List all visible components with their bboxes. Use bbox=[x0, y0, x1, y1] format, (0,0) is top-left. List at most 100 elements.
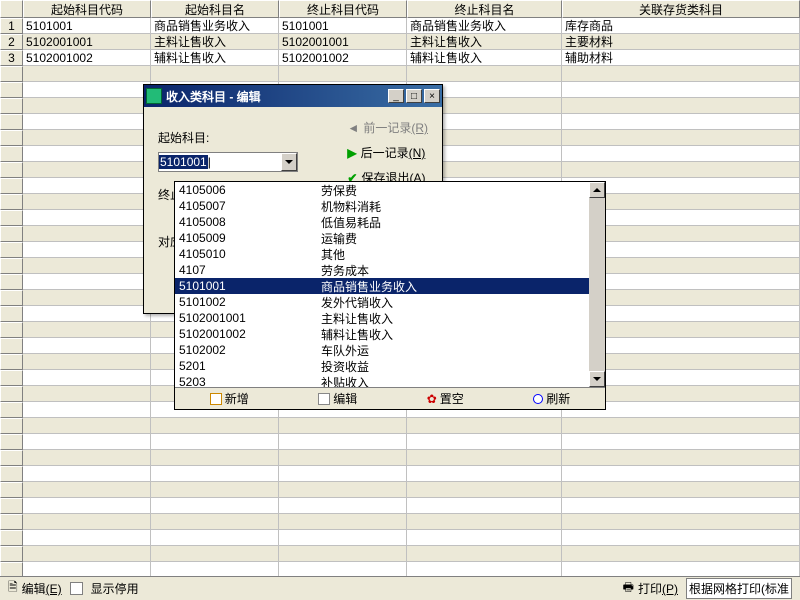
row-number[interactable]: 2 bbox=[0, 34, 23, 50]
row-number[interactable] bbox=[0, 322, 23, 338]
cell[interactable] bbox=[23, 178, 151, 194]
cell[interactable] bbox=[151, 450, 279, 466]
row-number[interactable] bbox=[0, 546, 23, 562]
cell[interactable] bbox=[279, 530, 407, 546]
cell[interactable] bbox=[23, 498, 151, 514]
row-number[interactable] bbox=[0, 178, 23, 194]
cell[interactable] bbox=[23, 530, 151, 546]
close-button[interactable]: × bbox=[424, 89, 440, 103]
cell[interactable]: 5101001 bbox=[279, 18, 407, 34]
cell[interactable]: 5101001 bbox=[23, 18, 151, 34]
cell[interactable] bbox=[23, 434, 151, 450]
cell[interactable] bbox=[23, 146, 151, 162]
cell[interactable] bbox=[407, 482, 562, 498]
row-number[interactable] bbox=[0, 242, 23, 258]
cell[interactable]: 商品销售业务收入 bbox=[151, 18, 279, 34]
cell[interactable] bbox=[23, 370, 151, 386]
cell[interactable] bbox=[562, 162, 800, 178]
dropdown-item[interactable]: 5102001002辅料让售收入 bbox=[175, 326, 605, 342]
table-row[interactable] bbox=[0, 498, 800, 514]
cell[interactable] bbox=[23, 418, 151, 434]
start-account-combo[interactable]: 5101001 | bbox=[158, 152, 298, 172]
cell[interactable] bbox=[562, 66, 800, 82]
cell[interactable] bbox=[23, 290, 151, 306]
col-header-start-name[interactable]: 起始科目名 bbox=[151, 0, 279, 18]
edit-command[interactable]: 🗎 编辑(E) bbox=[8, 578, 62, 599]
new-button[interactable]: 新增 bbox=[210, 390, 249, 407]
cell[interactable] bbox=[562, 498, 800, 514]
dropdown-item[interactable]: 5101002发外代销收入 bbox=[175, 294, 605, 310]
row-number[interactable] bbox=[0, 274, 23, 290]
cell[interactable] bbox=[151, 418, 279, 434]
cell[interactable] bbox=[23, 194, 151, 210]
cell[interactable] bbox=[407, 498, 562, 514]
cell[interactable] bbox=[151, 530, 279, 546]
row-number[interactable]: 1 bbox=[0, 18, 23, 34]
cell[interactable]: 商品销售业务收入 bbox=[407, 18, 562, 34]
cell[interactable] bbox=[23, 514, 151, 530]
cell[interactable] bbox=[562, 418, 800, 434]
dropdown-button[interactable] bbox=[281, 153, 297, 171]
col-header-related[interactable]: 关联存货类科目 bbox=[562, 0, 800, 18]
row-number[interactable] bbox=[0, 98, 23, 114]
dropdown-item[interactable]: 4105009运输费 bbox=[175, 230, 605, 246]
cell[interactable] bbox=[279, 418, 407, 434]
table-row[interactable] bbox=[0, 66, 800, 82]
cell[interactable]: 库存商品 bbox=[562, 18, 800, 34]
cell[interactable] bbox=[23, 402, 151, 418]
cell[interactable] bbox=[151, 66, 279, 82]
maximize-button[interactable]: □ bbox=[406, 89, 422, 103]
cell[interactable] bbox=[279, 482, 407, 498]
cell[interactable] bbox=[279, 66, 407, 82]
dropdown-item[interactable]: 4105006劳保费 bbox=[175, 182, 605, 198]
cell[interactable] bbox=[23, 338, 151, 354]
cell[interactable]: 5102001001 bbox=[23, 34, 151, 50]
cell[interactable]: 5102001001 bbox=[279, 34, 407, 50]
cell[interactable] bbox=[151, 546, 279, 562]
cell[interactable] bbox=[407, 418, 562, 434]
clear-button[interactable]: ✿置空 bbox=[427, 390, 464, 407]
dropdown-item[interactable]: 4105007机物料消耗 bbox=[175, 198, 605, 214]
table-row[interactable]: 15101001商品销售业务收入5101001商品销售业务收入库存商品 bbox=[0, 18, 800, 34]
row-number[interactable] bbox=[0, 530, 23, 546]
prev-record-button[interactable]: ◄ 前一记录(R) bbox=[347, 119, 428, 136]
cell[interactable] bbox=[23, 466, 151, 482]
refresh-button[interactable]: 刷新 bbox=[533, 390, 570, 407]
cell[interactable] bbox=[562, 546, 800, 562]
cell[interactable]: 主料让售收入 bbox=[151, 34, 279, 50]
cell[interactable] bbox=[562, 482, 800, 498]
row-number[interactable] bbox=[0, 450, 23, 466]
cell[interactable] bbox=[562, 434, 800, 450]
scroll-up-button[interactable] bbox=[589, 182, 605, 198]
cell[interactable] bbox=[23, 482, 151, 498]
cell[interactable] bbox=[279, 514, 407, 530]
cell[interactable] bbox=[23, 226, 151, 242]
row-number[interactable] bbox=[0, 434, 23, 450]
table-row[interactable] bbox=[0, 418, 800, 434]
cell[interactable]: 辅助材料 bbox=[562, 50, 800, 66]
cell[interactable] bbox=[562, 98, 800, 114]
dialog-titlebar[interactable]: 收入类科目 - 编辑 _ □ × bbox=[144, 85, 442, 107]
cell[interactable] bbox=[151, 466, 279, 482]
cell[interactable]: 主料让售收入 bbox=[407, 34, 562, 50]
dropdown-item[interactable]: 5201投资收益 bbox=[175, 358, 605, 374]
cell[interactable]: 主要材料 bbox=[562, 34, 800, 50]
row-number[interactable] bbox=[0, 258, 23, 274]
cell[interactable] bbox=[23, 162, 151, 178]
row-number[interactable] bbox=[0, 82, 23, 98]
dropdown-scrollbar[interactable] bbox=[589, 182, 605, 387]
row-number[interactable] bbox=[0, 66, 23, 82]
cell[interactable] bbox=[279, 498, 407, 514]
table-row[interactable] bbox=[0, 514, 800, 530]
row-number[interactable] bbox=[0, 290, 23, 306]
cell[interactable] bbox=[279, 434, 407, 450]
col-header-start-code[interactable]: 起始科目代码 bbox=[23, 0, 151, 18]
row-number[interactable] bbox=[0, 306, 23, 322]
cell[interactable] bbox=[23, 386, 151, 402]
col-header-end-name[interactable]: 终止科目名 bbox=[407, 0, 562, 18]
row-number[interactable] bbox=[0, 130, 23, 146]
cell[interactable] bbox=[23, 274, 151, 290]
row-number[interactable] bbox=[0, 146, 23, 162]
cell[interactable] bbox=[23, 354, 151, 370]
cell[interactable] bbox=[23, 258, 151, 274]
